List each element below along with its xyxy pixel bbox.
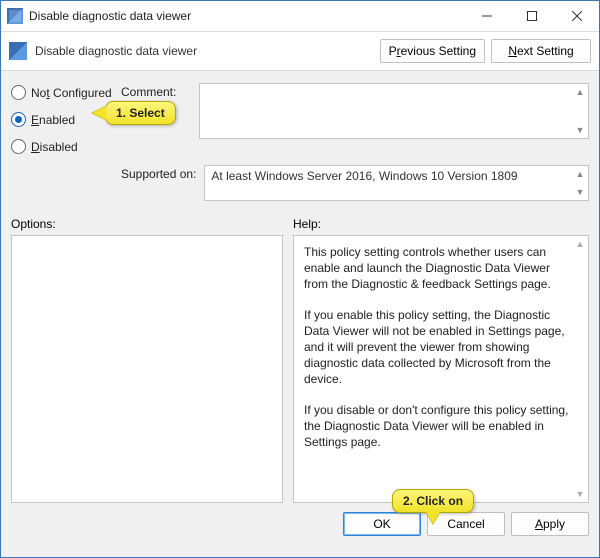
policy-icon [9, 42, 27, 60]
previous-setting-button[interactable]: Previous Setting [380, 39, 485, 63]
radio-disabled[interactable]: Disabled [11, 139, 121, 154]
text: evious Setting [401, 44, 476, 58]
scroll-up-icon[interactable]: ▲ [573, 85, 587, 99]
panes-labels: Options: Help: [1, 207, 599, 235]
scroll-down-icon[interactable]: ▼ [573, 123, 587, 137]
supported-on-value: At least Windows Server 2016, Windows 10… [211, 169, 517, 183]
radio-icon [11, 85, 26, 100]
help-text: This policy setting controls whether use… [304, 244, 570, 293]
scroll-up-icon[interactable]: ▲ [573, 237, 587, 251]
apply-button[interactable]: Apply [511, 512, 589, 536]
gpedit-policy-dialog: Disable diagnostic data viewer Disable d… [0, 0, 600, 558]
supported-on-box: At least Windows Server 2016, Windows 10… [204, 165, 589, 201]
options-label: Options: [11, 217, 293, 231]
callout-tail-icon [426, 512, 440, 524]
ok-button[interactable]: OK [343, 512, 421, 536]
scroll-down-icon[interactable]: ▼ [573, 487, 587, 501]
comment-textarea[interactable]: ▲ ▼ [199, 83, 589, 139]
scroll-up-icon[interactable]: ▲ [573, 167, 587, 181]
titlebar: Disable diagnostic data viewer [1, 1, 599, 32]
policy-header: Disable diagnostic data viewer Previous … [1, 32, 599, 71]
next-setting-button[interactable]: Next Setting [491, 39, 591, 63]
help-text: If you enable this policy setting, the D… [304, 307, 570, 388]
dialog-footer: OK Cancel Apply [1, 503, 599, 545]
help-pane[interactable]: This policy setting controls whether use… [293, 235, 589, 503]
close-button[interactable] [554, 1, 599, 31]
app-icon [7, 8, 23, 24]
accel: N [508, 44, 517, 58]
panes: This policy setting controls whether use… [1, 235, 599, 503]
accel: A [535, 517, 543, 531]
annotation-click: 2. Click on [392, 489, 474, 513]
help-text: If you disable or don't configure this p… [304, 402, 570, 451]
text: pply [543, 517, 565, 531]
state-radio-group: Not Configured Enabled Disabled [11, 83, 121, 166]
maximize-button[interactable] [509, 1, 554, 31]
policy-title: Disable diagnostic data viewer [35, 44, 374, 58]
policy-state-area: Not Configured Enabled Disabled Comment:… [1, 71, 599, 207]
callout-tail-icon [92, 106, 106, 120]
supported-label: Supported on: [121, 165, 204, 181]
help-label: Help: [293, 217, 589, 231]
text: ext Setting [517, 44, 574, 58]
text: P [389, 44, 397, 58]
annotation-text: 1. Select [116, 106, 165, 120]
comment-label: Comment: [121, 83, 199, 99]
radio-icon [11, 112, 26, 127]
radio-icon [11, 139, 26, 154]
radio-not-configured[interactable]: Not Configured [11, 85, 121, 100]
scroll-down-icon[interactable]: ▼ [573, 185, 587, 199]
annotation-select: 1. Select [105, 101, 176, 125]
annotation-text: 2. Click on [403, 494, 463, 508]
options-pane[interactable] [11, 235, 283, 503]
window-title: Disable diagnostic data viewer [29, 9, 464, 23]
minimize-button[interactable] [464, 1, 509, 31]
